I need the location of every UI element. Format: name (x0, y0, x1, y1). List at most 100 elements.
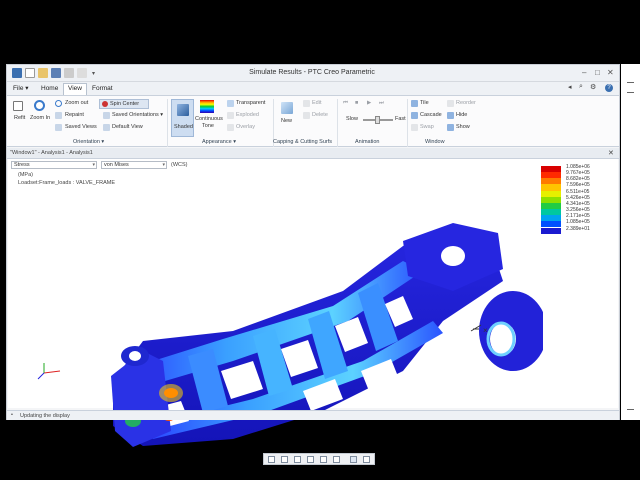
csys-label: (WCS) (171, 162, 188, 168)
tile-button[interactable]: Tile (420, 100, 429, 107)
play-icon[interactable]: ▶ (367, 100, 371, 107)
spin-center-toggle[interactable]: Spin Center (99, 99, 149, 109)
open-file-icon[interactable] (38, 68, 48, 78)
repaint-icon (55, 112, 62, 119)
overlay-button[interactable]: Overlay (236, 124, 255, 131)
swap-icon (411, 124, 418, 131)
back-icon[interactable]: ◂ (568, 83, 572, 91)
settings-icon[interactable]: ⚙ (590, 83, 596, 91)
help-icon[interactable]: ? (605, 84, 613, 92)
stop-icon[interactable]: ■ (355, 100, 358, 107)
undo-icon[interactable] (64, 68, 74, 78)
default-view-button[interactable]: Default View (112, 124, 143, 131)
edit-button[interactable]: Edit (312, 100, 321, 107)
close-button[interactable]: ✕ (607, 68, 614, 78)
view-window-close-icon[interactable]: ✕ (608, 149, 614, 157)
maximize-button[interactable]: □ (595, 68, 600, 78)
svg-text:×: × (483, 326, 488, 335)
zoom-out-view-icon[interactable] (294, 456, 301, 463)
save-icon[interactable] (51, 68, 61, 78)
skip-back-icon[interactable]: ⏮ (343, 100, 348, 107)
saved-orientations-label: Saved Orientations (112, 112, 159, 118)
spin-center-view-icon[interactable] (350, 456, 357, 463)
swap-button[interactable]: Swap (420, 124, 434, 131)
new-button[interactable]: New (281, 118, 292, 125)
display-style-view-icon[interactable] (363, 456, 370, 463)
loadset-label: Loadset:Frame_loads : VALVE_FRAME (18, 180, 116, 186)
saved-orientations-icon (103, 112, 110, 119)
customize-toolbar-icon[interactable]: ▾ (92, 69, 95, 79)
menu-view[interactable]: View (63, 83, 87, 95)
tile-icon (411, 100, 418, 107)
spin-center-label: Spin Center (110, 101, 140, 107)
legend-value: 1.085e+06 (566, 164, 590, 170)
status-dot-icon: • (11, 412, 13, 418)
quantity-select[interactable]: Stress ▾ (11, 161, 97, 169)
transparent-icon (227, 100, 234, 107)
saved-views-button[interactable]: Saved Views (65, 124, 97, 131)
cascade-button[interactable]: Cascade (420, 112, 442, 119)
shaded-icon (177, 104, 189, 116)
delete-button[interactable]: Delete (312, 112, 328, 119)
quantity-value: Stress (14, 162, 30, 168)
show-button[interactable]: Show (456, 124, 470, 131)
repaint-button[interactable]: Repaint (65, 112, 84, 119)
saved-views-view-icon[interactable] (333, 456, 340, 463)
separator (337, 99, 338, 147)
refit-view-icon[interactable] (268, 456, 275, 463)
overlay-icon (227, 124, 234, 131)
speed-slow-label: Slow (346, 116, 358, 122)
saved-orientations-button[interactable]: Saved Orientations ▾ (112, 112, 163, 119)
legend-swatch (541, 227, 561, 234)
menu-file[interactable]: File ▾ (9, 84, 33, 93)
refit-button[interactable]: Refit (14, 115, 25, 122)
appearance-group-text: Appearance (202, 139, 232, 145)
component-select[interactable]: von Mises ▾ (101, 161, 167, 169)
continuous-tone-label-2: Tone (202, 123, 214, 129)
shaded-view-icon[interactable] (320, 456, 327, 463)
menu-format[interactable]: Format (88, 84, 117, 93)
appearance-group-label[interactable]: Appearance ▾ (202, 139, 236, 145)
ribbon: Refit Zoom In Zoom out Repaint Saved Vie… (7, 95, 619, 147)
search-icon[interactable]: ⌕ (579, 83, 583, 91)
animation-speed-slider[interactable] (363, 116, 393, 124)
zoom-in-icon[interactable] (34, 100, 45, 111)
legend-value: 3.256e+05 (566, 207, 590, 214)
shaded-button[interactable]: Shaded (171, 99, 194, 137)
menu-home[interactable]: Home (37, 84, 62, 93)
status-bar: • Updating the display (7, 410, 619, 420)
exploded-button[interactable]: Exploded (236, 112, 259, 119)
desktop-right-strip (621, 64, 640, 420)
hide-button[interactable]: Hide (456, 112, 467, 119)
application-window: ▾ Simulate Results - PTC Creo Parametric… (6, 64, 620, 465)
legend-value: 2.171e+05 (566, 213, 590, 220)
edit-icon (303, 100, 310, 107)
separator (407, 99, 408, 147)
reorder-button[interactable]: Reorder (456, 100, 476, 107)
continuous-tone-button[interactable]: Continuous Tone (195, 116, 223, 130)
zoom-in-view-icon[interactable] (281, 456, 288, 463)
transparent-button[interactable]: Transparent (236, 100, 265, 107)
skip-forward-icon[interactable]: ⏭ (379, 100, 384, 107)
new-file-icon[interactable] (25, 68, 35, 78)
minimize-button[interactable]: – (582, 68, 586, 78)
zoom-out-button[interactable]: Zoom out (65, 100, 88, 107)
repaint-view-icon[interactable] (307, 456, 314, 463)
orientation-group-label[interactable]: Orientation ▾ (73, 139, 104, 145)
hide-icon (447, 112, 454, 119)
menu-bar: File ▾ Home View Format ◂ ⌕ ⚙ ? (7, 82, 619, 95)
exploded-icon (227, 112, 234, 119)
legend-value: 4.341e+05 (566, 200, 590, 207)
zoom-in-button[interactable]: Zoom In (30, 115, 50, 122)
slider-knob[interactable] (375, 116, 380, 124)
close-window-quick-icon[interactable] (77, 68, 87, 78)
reorder-icon (447, 100, 454, 107)
spin-center-icon (102, 101, 108, 107)
legend-value: 7.596e+05 (566, 182, 590, 189)
legend-value: 2.389e+01 (566, 225, 590, 232)
screen: ▾ Simulate Results - PTC Creo Parametric… (0, 0, 640, 480)
results-viewport[interactable]: Stress ▾ von Mises ▾ (WCS) (MPa) Loadset:F… (8, 159, 618, 465)
legend-value: 6.511e+05 (566, 188, 590, 195)
app-icon[interactable] (12, 68, 22, 78)
refit-icon[interactable] (13, 101, 23, 111)
